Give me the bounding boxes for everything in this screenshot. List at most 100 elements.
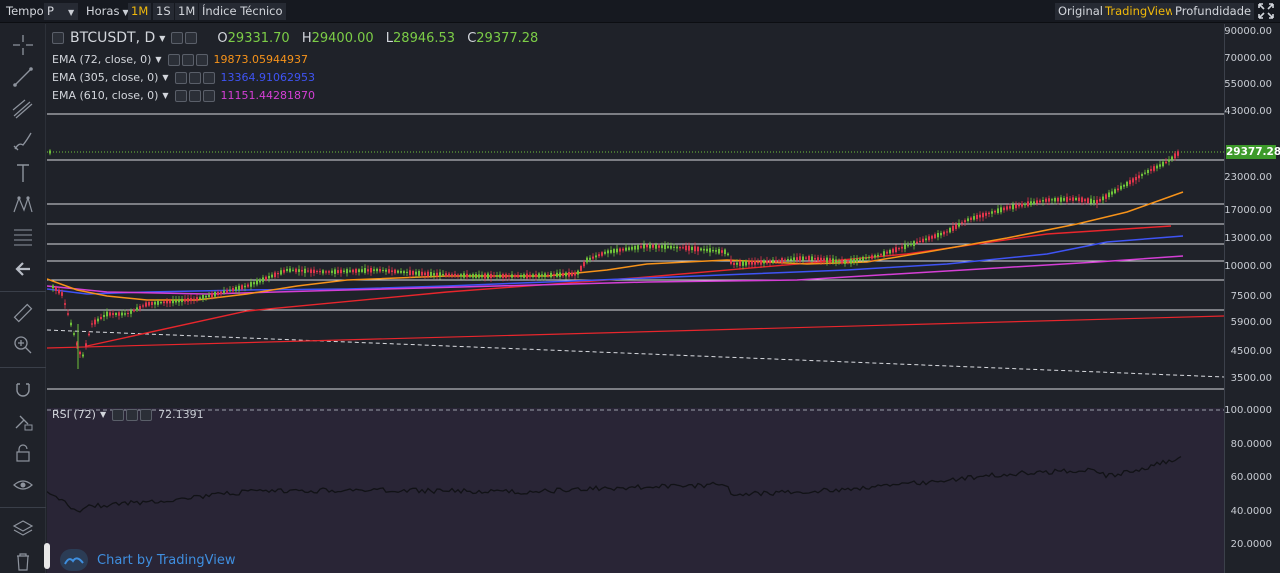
candle-body [355,268,357,273]
trash-icon[interactable] [10,548,36,573]
candle-body [445,273,447,277]
candle-body [895,247,897,253]
candle-body [283,269,285,273]
candle-body [700,248,702,251]
candle-body [1021,203,1023,207]
candle-body [190,298,192,302]
candle-body [1069,198,1071,201]
candle-body [244,285,246,288]
fullscreen-icon[interactable] [1254,2,1278,19]
candle-body [808,255,810,261]
fib-retracement-icon[interactable] [10,224,36,250]
rsi-axis-label: 40.0000 [1230,506,1272,517]
candle-body [1156,165,1158,169]
chevron-down-icon[interactable]: ▼ [162,73,168,82]
candle-body [511,274,513,278]
zoom-icon[interactable] [10,332,36,358]
ema610-label[interactable]: EMA (610, close, 0) [52,89,158,102]
candle-body [136,307,138,311]
ema305-label[interactable]: EMA (305, close, 0) [52,71,158,84]
toolbar-divider [0,291,46,292]
legend-settings-icons[interactable] [171,32,198,44]
candle-body [649,243,651,249]
candle-body [61,292,63,296]
ema610-settings-icons[interactable] [174,89,215,102]
layers-icon[interactable] [10,516,36,542]
trend-line-icon[interactable] [10,64,36,90]
candle-body [211,292,213,298]
close-value: 29377.28 [476,30,539,46]
candle-body [322,270,324,274]
candle-body [49,150,51,154]
candle-body [757,261,759,264]
candle-body [904,244,906,250]
hours-dropdown[interactable]: Horas ▼ [83,3,132,20]
pitchfork-icon[interactable] [10,96,36,122]
chevron-down-icon[interactable]: ▼ [159,34,165,43]
price-chart[interactable] [47,24,1224,573]
candle-body [250,282,252,287]
candle-body [529,274,531,278]
tradingview-watermark[interactable]: Chart by TradingView [60,549,235,571]
interval-button-1m[interactable]: 1M [175,3,199,20]
rsi-label[interactable]: RSI (72) [52,408,96,421]
candle-body [724,249,726,255]
candle-body [1141,174,1143,176]
candle-body [901,246,903,249]
candle-body [280,270,282,275]
candle-body [787,259,789,261]
price-axis[interactable]: 90000.00 70000.00 55000.00 43000.00 23000.00… [1224,24,1280,573]
technical-index-button[interactable]: Índice Técnico [199,3,286,20]
candle-body [367,269,369,272]
candle-body [883,251,885,257]
candle-body [406,271,408,273]
chevron-down-icon[interactable]: ▼ [162,91,168,100]
legend-toggle-icon[interactable] [52,32,64,44]
magnet-icon[interactable] [10,376,36,402]
candle-body [208,294,210,297]
view-original-button[interactable]: Original [1055,3,1107,20]
ema72-settings-icons[interactable] [167,53,208,66]
brush-icon[interactable] [10,128,36,154]
candle-body [499,274,501,278]
candle-body [487,273,489,279]
interval-button-1m-active[interactable]: 1M [128,3,152,20]
candle-body [691,246,693,251]
candle-body [430,272,432,277]
candle-body [934,234,936,239]
view-depth-button[interactable]: Profundidade [1172,3,1255,20]
ruler-icon[interactable] [10,300,36,326]
candle-body [640,246,642,248]
pane-resize-handle[interactable] [44,543,50,569]
candle-body [496,275,498,277]
candle-body [820,257,822,262]
lock-drawing-icon[interactable] [10,408,36,434]
candle-body [586,257,588,263]
eye-icon[interactable] [10,472,36,498]
candle-body [475,274,477,278]
view-tradingview-button[interactable]: TradingView [1102,3,1178,20]
candle-body [55,287,57,291]
candle-body [910,243,912,246]
crosshair-icon[interactable] [10,32,36,58]
arrow-left-icon[interactable] [10,256,36,282]
lock-icon[interactable] [10,440,36,466]
text-tool-icon[interactable] [10,160,36,186]
chevron-down-icon[interactable]: ▼ [100,410,106,419]
pattern-icon[interactable] [10,192,36,218]
candle-body [157,300,159,305]
symbol-name[interactable]: BTCUSDT, D [70,30,155,46]
candle-body [850,258,852,264]
candle-body [625,247,627,251]
candle-body [391,270,393,272]
candle-body [1063,198,1065,201]
candle-body [748,261,750,265]
rsi-settings-icons[interactable] [112,408,153,421]
ema72-label[interactable]: EMA (72, close, 0) [52,53,151,66]
chevron-down-icon[interactable]: ▼ [155,55,161,64]
candle-body [238,285,240,291]
interval-button-1s[interactable]: 1S [153,3,174,20]
ema305-settings-icons[interactable] [174,71,215,84]
symbol-type-dropdown[interactable]: P ▼ [44,3,78,20]
candle-body [616,248,618,253]
